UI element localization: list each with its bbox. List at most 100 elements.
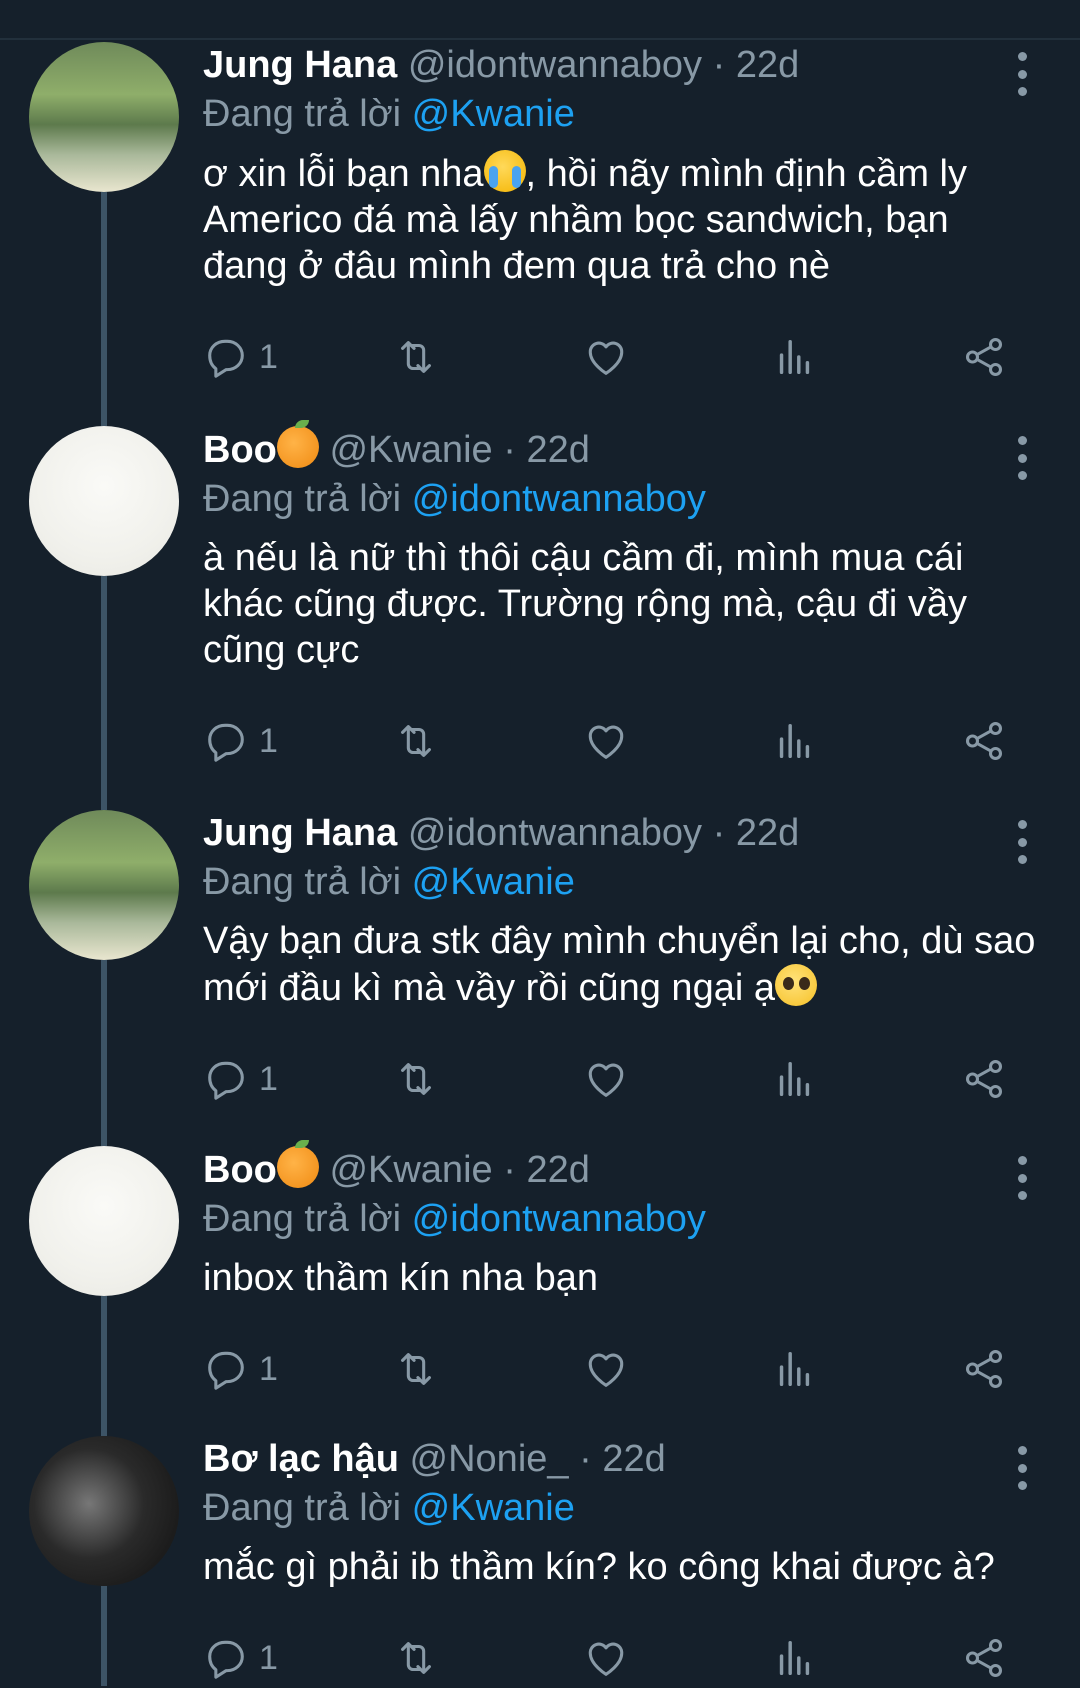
timestamp[interactable]: 22d bbox=[602, 1438, 665, 1480]
mention-link[interactable]: @Kwanie bbox=[412, 861, 575, 903]
share-icon[interactable] bbox=[961, 1056, 1007, 1102]
retweet-action[interactable] bbox=[393, 1628, 439, 1688]
retweet-icon[interactable] bbox=[393, 718, 439, 764]
tweet-gutter bbox=[0, 810, 203, 1146]
heart-icon[interactable] bbox=[583, 1635, 629, 1681]
analytics-icon[interactable] bbox=[771, 718, 817, 764]
avatar[interactable] bbox=[29, 426, 179, 576]
tweet-text-part: Vậy bạn đưa stk đây mình chuyển lại cho,… bbox=[203, 920, 1036, 1009]
reply-icon[interactable] bbox=[203, 718, 249, 764]
tweet-header: Bơ lạc hậu @Nonie_ · 22d bbox=[203, 1436, 1040, 1482]
share-action[interactable] bbox=[961, 327, 1007, 387]
share-icon[interactable] bbox=[961, 1346, 1007, 1392]
reply-icon[interactable] bbox=[203, 334, 249, 380]
share-action[interactable] bbox=[961, 1628, 1007, 1688]
author-handle[interactable]: @idontwannaboy bbox=[408, 812, 702, 854]
timestamp[interactable]: 22d bbox=[526, 429, 589, 471]
more-vertical-icon[interactable] bbox=[1016, 52, 1028, 96]
author-handle[interactable]: @idontwannaboy bbox=[408, 44, 702, 86]
like-action[interactable] bbox=[583, 711, 629, 771]
analytics-icon[interactable] bbox=[771, 1635, 817, 1681]
timestamp[interactable]: 22d bbox=[526, 1149, 589, 1191]
mention-link[interactable]: @idontwannaboy bbox=[412, 1198, 706, 1240]
tangerine-emoji-icon bbox=[276, 1140, 319, 1188]
author-handle[interactable]: @Kwanie bbox=[329, 429, 492, 471]
retweet-icon[interactable] bbox=[393, 1056, 439, 1102]
share-action[interactable] bbox=[961, 711, 1007, 771]
mention-link[interactable]: @idontwannaboy bbox=[412, 478, 706, 520]
more-vertical-icon[interactable] bbox=[1016, 1156, 1028, 1200]
analytics-action[interactable] bbox=[771, 1628, 817, 1688]
tweet[interactable]: Jung Hana @idontwannaboy · 22d Đang trả … bbox=[0, 810, 1080, 1146]
analytics-action[interactable] bbox=[771, 711, 817, 771]
author-name[interactable]: Jung Hana bbox=[203, 44, 397, 86]
pleading-face-emoji-icon bbox=[774, 964, 817, 1006]
more-vertical-icon[interactable] bbox=[1016, 1446, 1028, 1490]
action-bar: 1 bbox=[203, 1628, 1040, 1688]
share-icon[interactable] bbox=[961, 334, 1007, 380]
analytics-icon[interactable] bbox=[771, 1056, 817, 1102]
reply-action[interactable]: 1 bbox=[203, 1049, 278, 1109]
reply-count: 1 bbox=[259, 1059, 278, 1098]
author-name[interactable]: Jung Hana bbox=[203, 812, 397, 854]
author-name[interactable]: Bơ lạc hậu bbox=[203, 1438, 399, 1480]
more-vertical-icon[interactable] bbox=[1016, 436, 1028, 480]
tweet[interactable]: Bơ lạc hậu @Nonie_ · 22d Đang trả lời @K… bbox=[0, 1436, 1080, 1686]
tweet-content: Jung Hana @idontwannaboy · 22d Đang trả … bbox=[203, 42, 1080, 426]
share-icon[interactable] bbox=[961, 1635, 1007, 1681]
analytics-icon[interactable] bbox=[771, 1346, 817, 1392]
tweet[interactable]: Boo @Kwanie · 22d Đang trả lời @idontwan… bbox=[0, 420, 1080, 810]
author-name[interactable]: Boo bbox=[203, 1149, 277, 1191]
mention-link[interactable]: @Kwanie bbox=[412, 1487, 575, 1529]
tweet-text: ơ xin lỗi bạn nha, hồi nãy mình định cầm… bbox=[203, 150, 1040, 289]
heart-icon[interactable] bbox=[583, 1346, 629, 1392]
tweet-content: Bơ lạc hậu @Nonie_ · 22d Đang trả lời @K… bbox=[203, 1436, 1080, 1686]
author-name[interactable]: Boo bbox=[203, 429, 277, 471]
heart-icon[interactable] bbox=[583, 718, 629, 764]
avatar[interactable] bbox=[29, 1436, 179, 1586]
reply-icon[interactable] bbox=[203, 1056, 249, 1102]
retweet-action[interactable] bbox=[393, 1049, 439, 1109]
analytics-action[interactable] bbox=[771, 1049, 817, 1109]
avatar[interactable] bbox=[29, 810, 179, 960]
retweet-icon[interactable] bbox=[393, 1635, 439, 1681]
timestamp[interactable]: 22d bbox=[736, 44, 799, 86]
retweet-action[interactable] bbox=[393, 1339, 439, 1399]
analytics-action[interactable] bbox=[771, 1339, 817, 1399]
like-action[interactable] bbox=[583, 1628, 629, 1688]
more-vertical-icon[interactable] bbox=[1016, 820, 1028, 864]
retweet-action[interactable] bbox=[393, 327, 439, 387]
share-icon[interactable] bbox=[961, 718, 1007, 764]
author-handle[interactable]: @Nonie_ bbox=[410, 1438, 569, 1480]
mention-link[interactable]: @Kwanie bbox=[412, 93, 575, 135]
retweet-action[interactable] bbox=[393, 711, 439, 771]
reply-icon[interactable] bbox=[203, 1346, 249, 1392]
replying-to-label: Đang trả lời bbox=[203, 478, 402, 520]
author-handle[interactable]: @Kwanie bbox=[329, 1149, 492, 1191]
reply-icon[interactable] bbox=[203, 1635, 249, 1681]
timestamp[interactable]: 22d bbox=[736, 812, 799, 854]
analytics-action[interactable] bbox=[771, 327, 817, 387]
reply-action[interactable]: 1 bbox=[203, 1339, 278, 1399]
thread-line bbox=[101, 960, 107, 1146]
retweet-icon[interactable] bbox=[393, 334, 439, 380]
retweet-icon[interactable] bbox=[393, 1346, 439, 1392]
reply-action[interactable]: 1 bbox=[203, 711, 278, 771]
heart-icon[interactable] bbox=[583, 334, 629, 380]
like-action[interactable] bbox=[583, 327, 629, 387]
reply-action[interactable]: 1 bbox=[203, 327, 278, 387]
tweet[interactable]: Jung Hana @idontwannaboy · 22d Đang trả … bbox=[0, 40, 1080, 426]
share-action[interactable] bbox=[961, 1049, 1007, 1109]
avatar[interactable] bbox=[29, 42, 179, 192]
reply-action[interactable]: 1 bbox=[203, 1628, 278, 1688]
analytics-icon[interactable] bbox=[771, 334, 817, 380]
avatar[interactable] bbox=[29, 1146, 179, 1296]
like-action[interactable] bbox=[583, 1049, 629, 1109]
tweet-header: Jung Hana @idontwannaboy · 22d bbox=[203, 810, 1040, 856]
replying-to: Đang trả lời @Kwanie bbox=[203, 1484, 1040, 1532]
like-action[interactable] bbox=[583, 1339, 629, 1399]
share-action[interactable] bbox=[961, 1339, 1007, 1399]
tweet[interactable]: Boo @Kwanie · 22d Đang trả lời @idontwan… bbox=[0, 1140, 1080, 1436]
reply-count: 1 bbox=[259, 721, 278, 760]
heart-icon[interactable] bbox=[583, 1056, 629, 1102]
